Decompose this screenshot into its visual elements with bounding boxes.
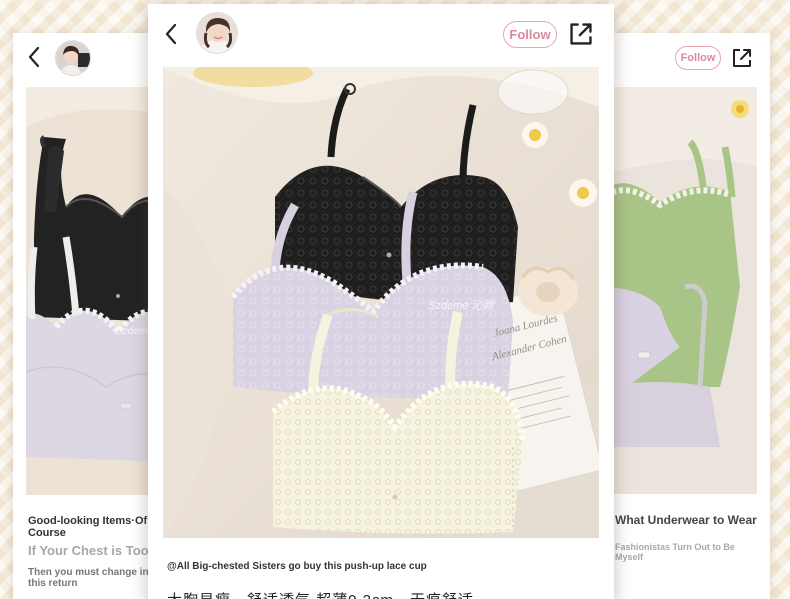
share-external-icon — [570, 23, 592, 45]
follow-button[interactable]: Follow — [503, 21, 557, 48]
user-avatar-icon — [197, 13, 237, 53]
share-button[interactable] — [568, 21, 594, 52]
flower — [522, 122, 548, 148]
post-subtitle: Fashionistas Turn Out to Be Myself — [615, 542, 735, 562]
user-avatar-icon — [56, 41, 90, 75]
main-post-photo[interactable]: Szdeme 沁颜 Joana Lourdes Alexander Cohen — [163, 67, 599, 538]
post-description: 大胸显瘦，舒适透气 超薄0.2cm，无痕舒适 — [167, 589, 607, 599]
green-lingerie-photo — [600, 87, 757, 494]
chevron-left-icon — [165, 23, 177, 45]
right-post-card[interactable]: Follow What Underwear to Wear Fashionist… — [600, 33, 770, 599]
follow-button[interactable]: Follow — [675, 46, 721, 70]
post-title[interactable]: What Underwear to Wear — [615, 514, 765, 527]
avatar[interactable] — [55, 40, 91, 76]
lingerie-flatlay-photo — [163, 67, 599, 538]
photo-watermark: Szdeme 沁颜 — [428, 300, 494, 312]
back-button[interactable] — [160, 20, 182, 48]
center-post-card[interactable]: Follow Szdeme 沁颜 Joana Lourdes Alexander… — [148, 4, 614, 599]
share-external-icon — [733, 49, 751, 67]
avatar[interactable] — [196, 12, 238, 54]
share-button[interactable] — [731, 47, 753, 74]
chevron-left-icon — [28, 46, 40, 68]
back-button[interactable] — [23, 43, 45, 71]
post-caption: @All Big-chested Sisters go buy this pus… — [167, 561, 427, 572]
post-photo[interactable] — [600, 87, 757, 494]
